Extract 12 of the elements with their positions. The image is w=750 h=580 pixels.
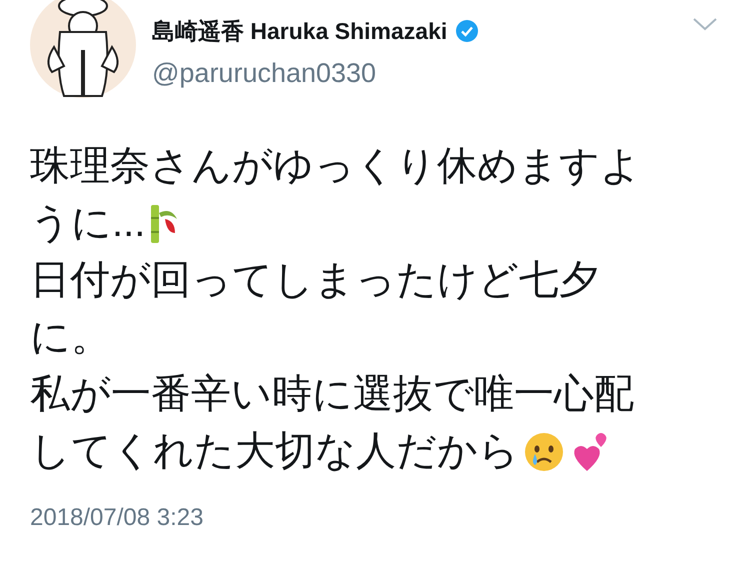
tweet-text: してくれた大切な人だから <box>30 428 519 475</box>
tweet-text: うに... <box>30 200 146 247</box>
author-name: 島崎遥香 Haruka Shimazaki <box>152 17 448 46</box>
tweet-text: に。 <box>30 314 111 361</box>
tweet-text: 私が一番辛い時に選抜で唯一心配 <box>30 371 634 418</box>
crying-face-icon <box>523 430 565 472</box>
tweet-text: 日付が回ってしまったけど七夕 <box>30 257 599 304</box>
chevron-down-icon[interactable] <box>692 16 718 32</box>
tweet-text: 珠理奈さんがゆっくり休めますよ <box>30 143 641 190</box>
timestamp: 2018/07/08 3:23 <box>30 503 204 533</box>
author-handle: @paruruchan0330 <box>152 56 378 90</box>
bamboo-icon <box>149 202 180 244</box>
